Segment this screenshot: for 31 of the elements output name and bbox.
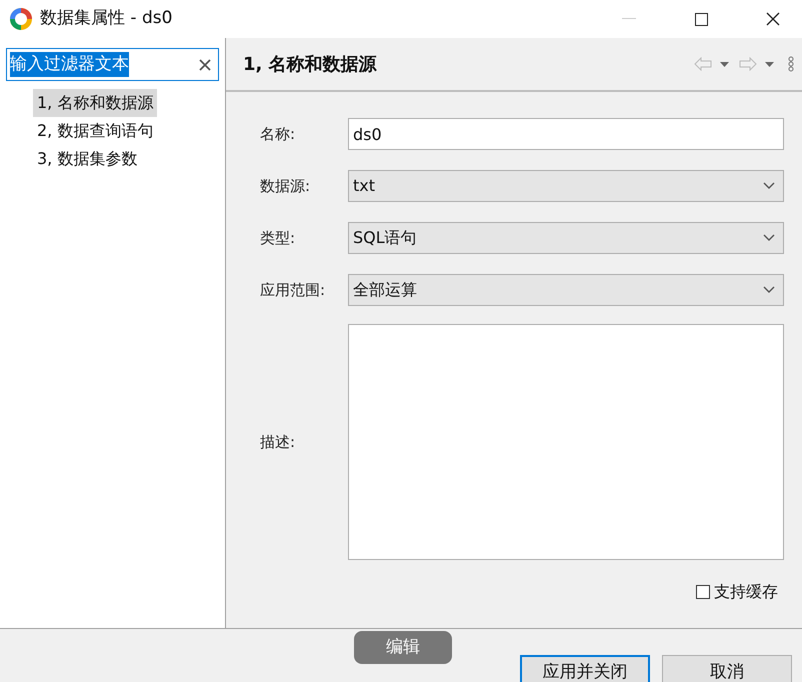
dropdown[interactable]: SQL语句	[348, 222, 784, 254]
tree-item[interactable]: 1, 名称和数据源	[33, 89, 158, 117]
field-label: 数据源:	[260, 176, 312, 197]
field-label: 类型:	[260, 228, 296, 249]
page-title: 1, 名称和数据源	[243, 52, 377, 76]
window-title: 数据集属性 - ds0	[40, 7, 172, 30]
description-field[interactable]	[348, 324, 784, 560]
field-label: 描述:	[260, 432, 296, 453]
name-field[interactable]: ds0	[348, 118, 784, 150]
tree-item[interactable]: 2, 数据查询语句	[33, 117, 158, 145]
maximize-icon[interactable]	[695, 12, 708, 26]
dropdown-arrow-icon[interactable]	[765, 62, 774, 66]
chevron-down-icon	[763, 182, 775, 190]
dropdown[interactable]: txt	[348, 170, 784, 202]
field-label: 应用范围:	[260, 280, 326, 301]
tree-item[interactable]: 3, 数据集参数	[33, 145, 142, 173]
edit-button[interactable]: 编辑	[354, 631, 452, 664]
more-icon[interactable]	[788, 56, 794, 72]
dropdown-arrow-icon[interactable]	[720, 62, 729, 66]
chevron-down-icon	[763, 234, 775, 242]
filter-field[interactable]: 输入过滤器文本	[6, 48, 219, 81]
checkbox-label: 支持缓存	[714, 581, 778, 603]
dropdown[interactable]: 全部运算	[348, 274, 784, 306]
chevron-down-icon	[763, 286, 775, 294]
checkbox[interactable]	[696, 585, 710, 599]
field-label: 名称:	[260, 124, 296, 145]
app-logo-icon	[9, 7, 33, 31]
dialog-button[interactable]: 取消	[662, 655, 792, 682]
clear-icon[interactable]	[199, 58, 211, 70]
close-icon[interactable]	[766, 12, 780, 26]
dialog-button[interactable]: 应用并关闭	[520, 655, 650, 682]
